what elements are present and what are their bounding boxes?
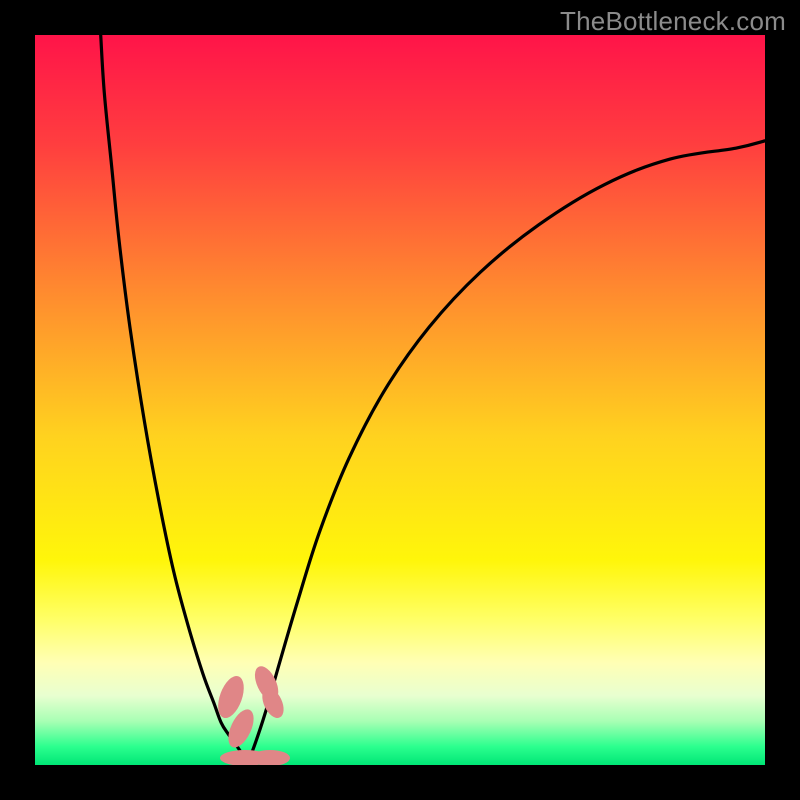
watermark-text: TheBottleneck.com xyxy=(560,6,786,37)
bottleneck-curves xyxy=(35,35,765,765)
marker-blob-5 xyxy=(250,750,291,765)
left-curve xyxy=(101,35,247,765)
right-curve xyxy=(247,141,765,765)
plot-area xyxy=(35,35,765,765)
chart-frame: TheBottleneck.com xyxy=(0,0,800,800)
